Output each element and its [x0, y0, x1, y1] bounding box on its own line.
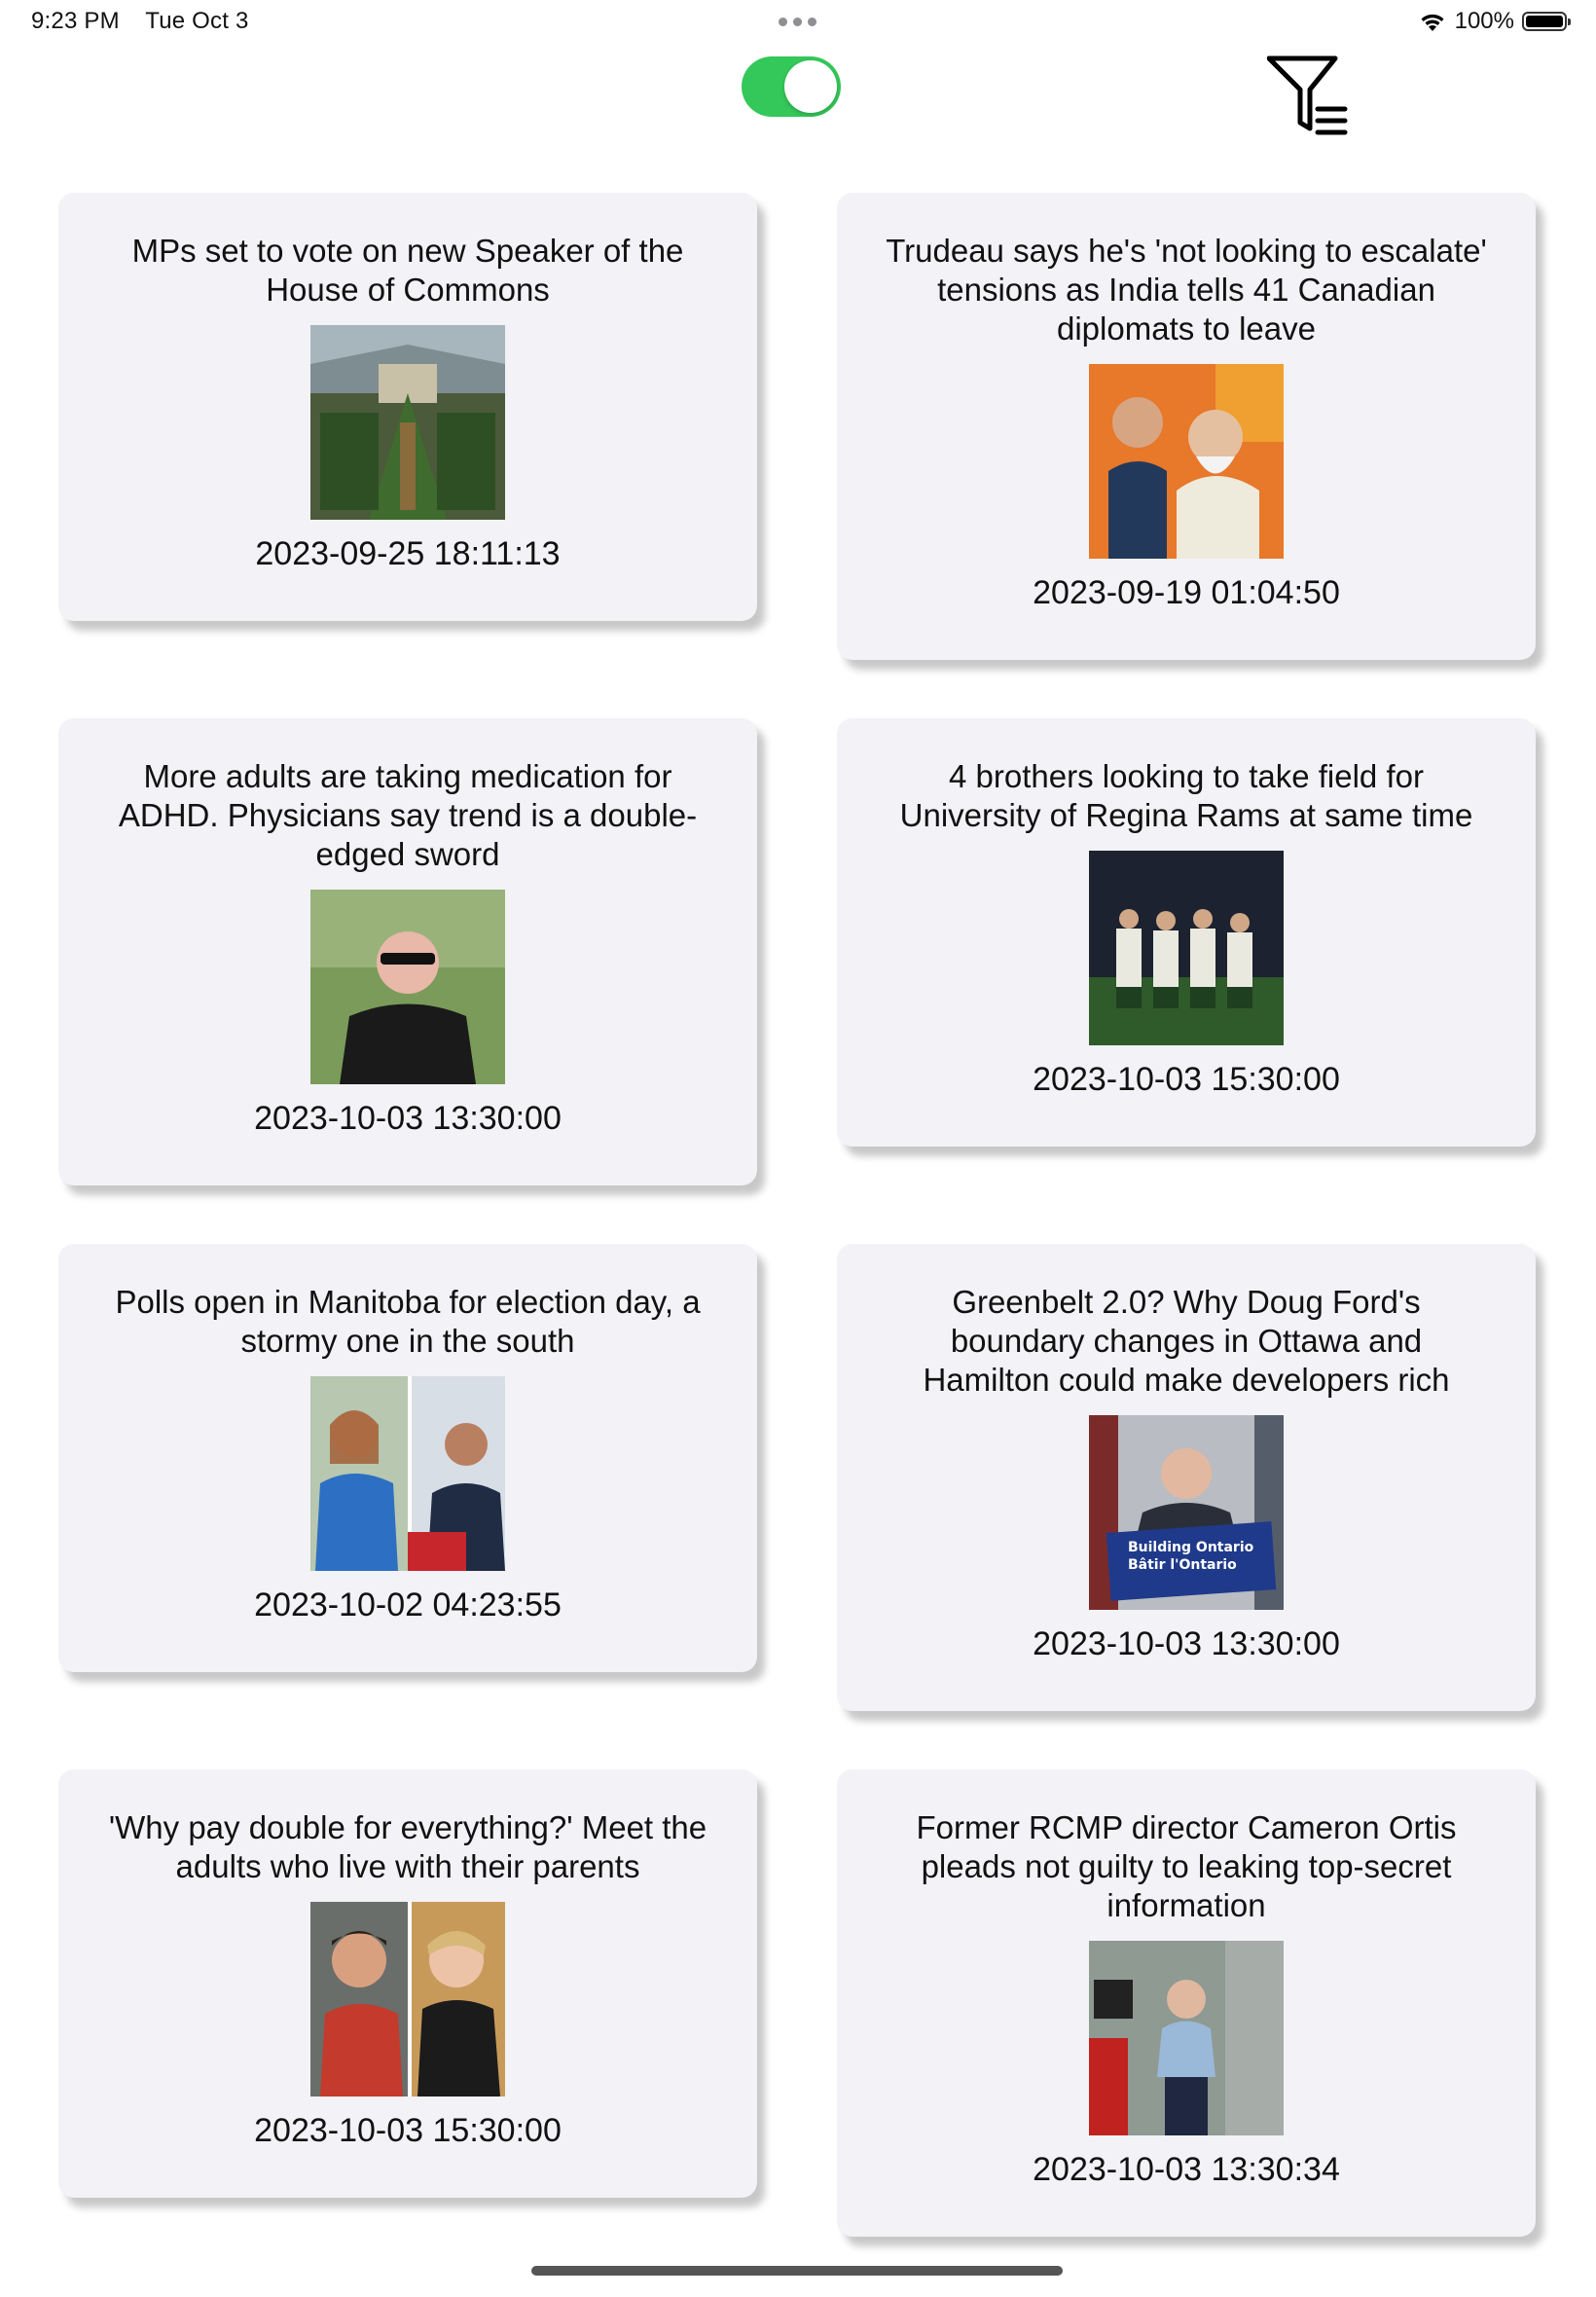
status-time-date: 9:23 PM Tue Oct 3 [31, 8, 269, 35]
article-date: 2023-10-02 04:23:55 [254, 1586, 562, 1623]
article-date: 2023-10-03 13:30:34 [1033, 2151, 1340, 2188]
article-title: 'Why pay double for everything?' Meet th… [108, 1809, 707, 1884]
adults-with-parents-photo [310, 1902, 505, 2096]
trudeau-modi-photo [1089, 364, 1284, 559]
home-indicator[interactable] [531, 2266, 1063, 2276]
status-time: 9:23 PM [31, 8, 120, 34]
multitasking-dots-icon[interactable] [779, 18, 816, 26]
battery-icon [1522, 12, 1571, 31]
filter-button[interactable] [1266, 55, 1349, 136]
status-bar: 9:23 PM Tue Oct 3 100% [0, 0, 1596, 45]
doug-ford-podium-photo: Building Ontario Bâtir l'Ontario [1089, 1415, 1284, 1610]
article-card[interactable]: More adults are taking medication for AD… [58, 718, 757, 1185]
article-date: 2023-09-19 01:04:50 [1033, 574, 1340, 611]
article-date: 2023-10-03 13:30:00 [254, 1100, 562, 1137]
article-title: MPs set to vote on new Speaker of the Ho… [131, 233, 684, 308]
podium-sign-line2: Bâtir l'Ontario [1128, 1557, 1237, 1573]
article-title: 4 brothers looking to take field for Uni… [899, 758, 1473, 833]
article-title: More adults are taking medication for AD… [118, 758, 698, 872]
article-card[interactable]: Greenbelt 2.0? Why Doug Ford's boundary … [837, 1244, 1536, 1711]
article-title: Greenbelt 2.0? Why Doug Ford's boundary … [923, 1284, 1450, 1398]
house-of-commons-chamber-photo [310, 325, 505, 520]
filter-list-icon [1266, 55, 1348, 135]
article-title: Trudeau says he's 'not looking to escala… [886, 233, 1487, 346]
status-date: Tue Oct 3 [145, 8, 249, 34]
podium-sign-line1: Building Ontario [1128, 1540, 1254, 1555]
football-brothers-photo [1089, 851, 1284, 1045]
battery-percent: 100% [1454, 8, 1514, 34]
wifi-icon [1421, 14, 1444, 31]
article-card[interactable]: Trudeau says he's 'not looking to escala… [837, 193, 1536, 660]
article-title: Former RCMP director Cameron Ortis plead… [916, 1809, 1457, 1923]
article-title: Polls open in Manitoba for election day,… [115, 1284, 701, 1359]
article-card[interactable]: MPs set to vote on new Speaker of the Ho… [58, 193, 757, 621]
man-portrait-photo [310, 890, 505, 1084]
cameron-ortis-photo [1089, 1941, 1284, 2135]
manitoba-candidates-photo [310, 1376, 505, 1571]
article-date: 2023-10-03 13:30:00 [1033, 1625, 1340, 1662]
article-date: 2023-09-25 18:11:13 [255, 535, 561, 572]
article-date: 2023-10-03 15:30:00 [1033, 1061, 1340, 1098]
toggle-knob [784, 60, 837, 113]
article-card[interactable]: 'Why pay double for everything?' Meet th… [58, 1769, 757, 2198]
status-indicators: 100% [1418, 8, 1571, 35]
article-date: 2023-10-03 15:30:00 [254, 2112, 562, 2149]
article-card[interactable]: Former RCMP director Cameron Ortis plead… [837, 1769, 1536, 2237]
article-card[interactable]: Polls open in Manitoba for election day,… [58, 1244, 757, 1672]
toggle-switch[interactable] [742, 56, 841, 117]
article-card[interactable]: 4 brothers looking to take field for Uni… [837, 718, 1536, 1147]
